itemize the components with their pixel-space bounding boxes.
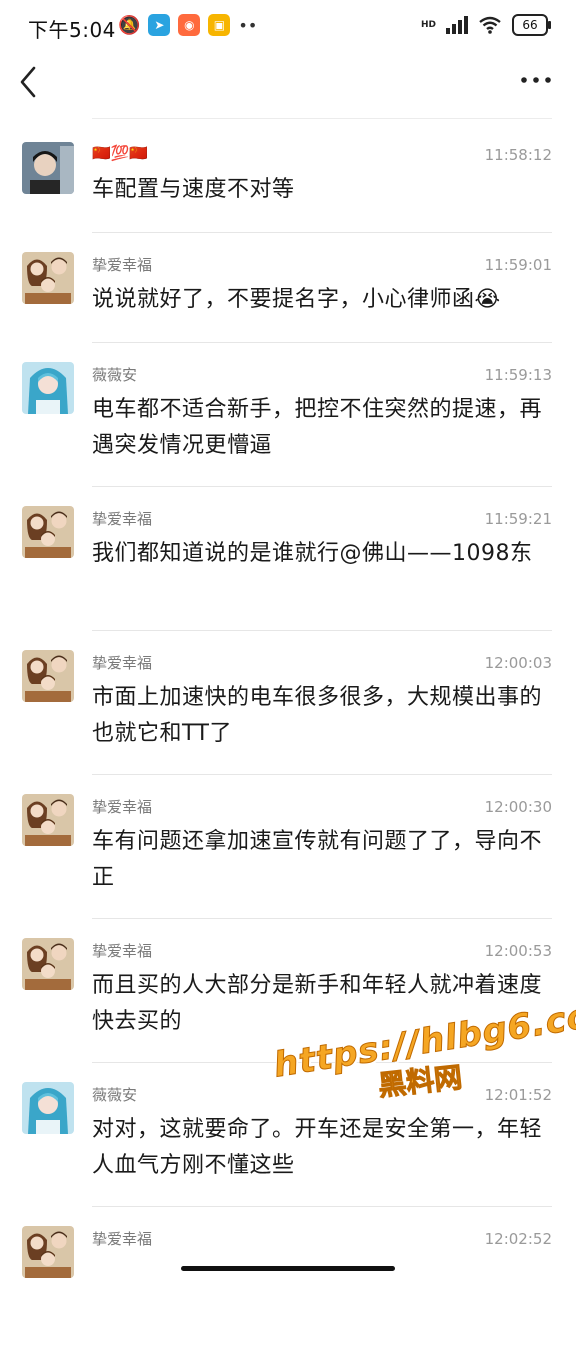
divider bbox=[92, 342, 552, 343]
message-text: 我们都知道说的是谁就行@佛山——1098东 bbox=[92, 541, 533, 566]
message-time: 11:59:13 bbox=[484, 366, 552, 384]
message-time: 12:02:52 bbox=[484, 1230, 552, 1248]
list-item[interactable]: 挚爱幸福 12:00:03 市面上加速快的电车很多很多，大规模出事的也就它和TT了 bbox=[0, 650, 576, 790]
message-time: 12:00:53 bbox=[484, 942, 552, 960]
sender-name: 薇薇安 bbox=[92, 366, 138, 384]
status-time: 下午5:04 bbox=[28, 18, 116, 42]
battery-indicator: 66 bbox=[512, 14, 551, 36]
sender-name: 挚爱幸福 bbox=[92, 942, 153, 960]
notification-icons: 🔕 ➤ ◉ ▣ •• bbox=[118, 14, 257, 36]
sender-name: 挚爱幸福 bbox=[92, 510, 153, 528]
mute-icon: 🔕 bbox=[118, 14, 141, 36]
signal-icon bbox=[446, 16, 468, 34]
message-text: 车配置与速度不对等 bbox=[92, 177, 295, 202]
divider bbox=[92, 630, 552, 631]
sender-name: 挚爱幸福 bbox=[92, 654, 153, 672]
list-item[interactable]: 薇薇安 11:59:13 电车都不适合新手，把控不住突然的提速，再遇突发情况更懵逼 bbox=[0, 362, 576, 502]
message-text: 说说就好了，不要提名字，小心律师函😭 bbox=[92, 287, 501, 312]
avatar[interactable] bbox=[22, 1226, 74, 1278]
divider bbox=[92, 486, 552, 487]
more-options-icon[interactable] bbox=[518, 68, 554, 92]
message-time: 12:01:52 bbox=[484, 1086, 552, 1104]
sender-name: 挚爱幸福 bbox=[92, 798, 153, 816]
status-bar: 下午5:04 🔕 ➤ ◉ ▣ •• HD 66 bbox=[0, 0, 576, 56]
avatar[interactable] bbox=[22, 142, 74, 194]
list-item[interactable]: 挚爱幸福 12:00:30 车有问题还拿加速宣传就有问题了了，导向不正 bbox=[0, 794, 576, 934]
divider bbox=[92, 1206, 552, 1207]
app-icon-yellow: ▣ bbox=[208, 14, 231, 36]
top-nav bbox=[0, 56, 576, 112]
sender-name: 挚爱幸福 bbox=[92, 1230, 153, 1248]
message-text: 对对，这就要命了。开车还是安全第一，年轻人血气方刚不懂这些 bbox=[92, 1117, 543, 1178]
message-time: 11:58:12 bbox=[484, 146, 552, 164]
sender-name: 🇨🇳💯🇨🇳 bbox=[92, 144, 149, 162]
divider bbox=[92, 774, 552, 775]
message-time: 11:59:01 bbox=[484, 256, 552, 274]
avatar[interactable] bbox=[22, 938, 74, 990]
telegram-icon: ➤ bbox=[148, 14, 171, 36]
divider bbox=[92, 918, 552, 919]
message-time: 12:00:30 bbox=[484, 798, 552, 816]
avatar[interactable] bbox=[22, 650, 74, 702]
list-item[interactable]: 挚爱幸福 12:02:52 bbox=[0, 1226, 576, 1366]
sender-name: 薇薇安 bbox=[92, 1086, 138, 1104]
avatar[interactable] bbox=[22, 252, 74, 304]
avatar[interactable] bbox=[22, 794, 74, 846]
message-text: 车有问题还拿加速宣传就有问题了了，导向不正 bbox=[92, 829, 543, 890]
home-indicator[interactable] bbox=[181, 1266, 395, 1271]
hd-label: HD bbox=[420, 20, 436, 30]
sender-name: 挚爱幸福 bbox=[92, 256, 153, 274]
message-time: 11:59:21 bbox=[484, 510, 552, 528]
message-text: 市面上加速快的电车很多很多，大规模出事的也就它和TT了 bbox=[92, 685, 543, 746]
list-item[interactable]: 薇薇安 12:01:52 对对，这就要命了。开车还是安全第一，年轻人血气方刚不懂这些 bbox=[0, 1082, 576, 1222]
back-arrow-icon[interactable] bbox=[14, 62, 50, 98]
message-time: 12:00:03 bbox=[484, 654, 552, 672]
app-icon-orange: ◉ bbox=[178, 14, 201, 36]
nav-divider bbox=[92, 118, 552, 119]
message-text: 电车都不适合新手，把控不住突然的提速，再遇突发情况更懵逼 bbox=[92, 397, 543, 458]
avatar[interactable] bbox=[22, 1082, 74, 1134]
list-item[interactable]: 挚爱幸福 11:59:21 我们都知道说的是谁就行@佛山——1098东 bbox=[0, 506, 576, 646]
wifi-icon bbox=[479, 16, 501, 34]
more-notifications-icon: •• bbox=[238, 15, 258, 35]
divider bbox=[92, 232, 552, 233]
avatar[interactable] bbox=[22, 362, 74, 414]
avatar[interactable] bbox=[22, 506, 74, 558]
